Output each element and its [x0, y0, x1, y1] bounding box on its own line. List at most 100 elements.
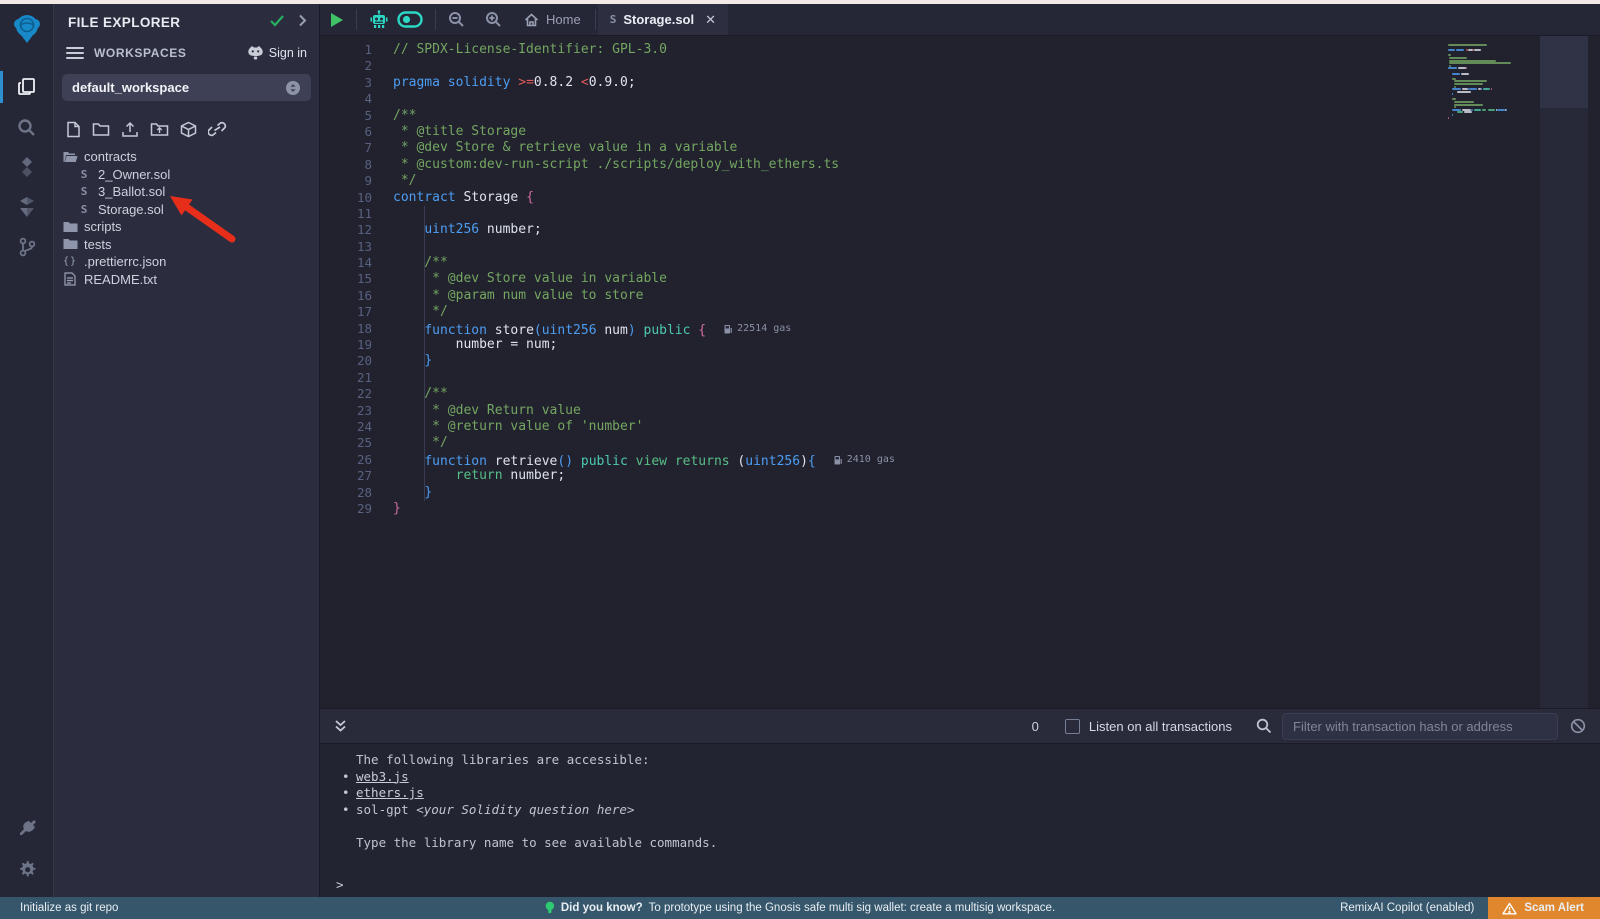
line-number: 12	[320, 222, 372, 238]
editor-edge	[1588, 36, 1600, 708]
panel-title: FILE EXPLORER	[68, 15, 270, 30]
remix-logo[interactable]	[8, 10, 46, 53]
code-line-9[interactable]: 9 */	[320, 173, 1448, 189]
upload-file-icon[interactable]	[121, 121, 139, 138]
terminal-output[interactable]: The following libraries are accessible:w…	[320, 744, 1600, 897]
tree-item-storage-sol[interactable]: SStorage.sol	[54, 201, 319, 219]
gas-estimate-badge: 22514 gas	[724, 321, 791, 337]
upload-folder-icon[interactable]	[150, 121, 169, 137]
scrollbar-slider[interactable]	[1540, 36, 1588, 108]
code-editor[interactable]: 1// SPDX-License-Identifier: GPL-3.023pr…	[320, 36, 1600, 708]
deploy-and-run-icon[interactable]	[0, 187, 54, 227]
minimap-line	[1448, 117, 1540, 119]
code-content: */	[393, 173, 416, 189]
code-line-1[interactable]: 1// SPDX-License-Identifier: GPL-3.0	[320, 42, 1448, 58]
zoom-in-icon[interactable]	[475, 4, 512, 35]
code-area[interactable]: 1// SPDX-License-Identifier: GPL-3.023pr…	[320, 36, 1448, 708]
code-line-12[interactable]: 12 uint256 number;	[320, 222, 1448, 238]
code-line-3[interactable]: 3pragma solidity >=0.8.2 <0.9.0;	[320, 75, 1448, 91]
code-line-4[interactable]: 4	[320, 91, 1448, 107]
warning-triangle-icon	[1502, 902, 1517, 915]
clear-console-icon[interactable]	[1570, 718, 1586, 734]
tree-item-2-owner-sol[interactable]: S2_Owner.sol	[54, 166, 319, 184]
line-number: 27	[320, 468, 372, 484]
activity-bar	[0, 4, 54, 897]
code-line-5[interactable]: 5/**	[320, 108, 1448, 124]
code-line-25[interactable]: 25 */	[320, 435, 1448, 451]
code-content: }	[393, 485, 432, 501]
ai-copilot-robot-icon[interactable]	[359, 4, 393, 35]
zoom-out-icon[interactable]	[438, 4, 475, 35]
solidity-file-icon: S	[610, 13, 617, 26]
transaction-filter-input[interactable]	[1282, 713, 1558, 740]
code-line-7[interactable]: 7 * @dev Store & retrieve value in a var…	[320, 140, 1448, 156]
status-bar: Initialize as git repo Did you know? To …	[0, 897, 1600, 919]
new-file-icon[interactable]	[66, 121, 81, 138]
code-line-8[interactable]: 8 * @custom:dev-run-script ./scripts/dep…	[320, 157, 1448, 173]
code-line-24[interactable]: 24 * @return value of 'number'	[320, 419, 1448, 435]
listen-transactions-checkbox[interactable]	[1065, 719, 1080, 734]
code-line-18[interactable]: 18 function store(uint256 num) public {2…	[320, 321, 1448, 337]
tab-home[interactable]: Home	[512, 4, 593, 35]
file-explorer-icon[interactable]	[0, 67, 54, 107]
library-link[interactable]: web3.js	[356, 769, 409, 784]
minimap[interactable]	[1448, 36, 1540, 708]
settings-gear-icon[interactable]	[0, 849, 54, 889]
code-line-13[interactable]: 13	[320, 239, 1448, 255]
code-line-27[interactable]: 27 return number;	[320, 468, 1448, 484]
code-line-29[interactable]: 29}	[320, 501, 1448, 517]
tree-item-3-ballot-sol[interactable]: S3_Ballot.sol	[54, 183, 319, 201]
copilot-toggle[interactable]	[393, 4, 433, 35]
line-number: 6	[320, 124, 372, 140]
copilot-status-label[interactable]: RemixAI Copilot (enabled)	[1340, 902, 1474, 914]
code-line-15[interactable]: 15 * @dev Store value in variable	[320, 271, 1448, 287]
plugin-manager-icon[interactable]	[0, 809, 54, 849]
run-script-button[interactable]	[320, 4, 354, 35]
code-line-23[interactable]: 23 * @dev Return value	[320, 403, 1448, 419]
listen-transactions-label[interactable]: Listen on all transactions	[1089, 719, 1232, 734]
code-line-28[interactable]: 28 }	[320, 485, 1448, 501]
close-tab-icon[interactable]: ✕	[705, 12, 716, 28]
line-number: 16	[320, 288, 372, 304]
code-line-26[interactable]: 26 function retrieve() public view retur…	[320, 452, 1448, 468]
code-line-20[interactable]: 20 }	[320, 353, 1448, 369]
editor-scrollbar[interactable]	[1540, 36, 1588, 708]
code-content: * @title Storage	[393, 124, 526, 140]
tree-item-label: Storage.sol	[98, 202, 164, 217]
code-line-21[interactable]: 21	[320, 370, 1448, 386]
code-line-11[interactable]: 11	[320, 206, 1448, 222]
line-number: 28	[320, 485, 372, 501]
sort-circle-icon	[285, 80, 301, 96]
code-content: /**	[393, 386, 448, 402]
init-git-repo-button[interactable]: Initialize as git repo	[0, 902, 118, 914]
sign-in-button[interactable]: Sign in	[247, 46, 307, 60]
tree-item-scripts[interactable]: scripts	[54, 218, 319, 236]
code-line-14[interactable]: 14 /**	[320, 255, 1448, 271]
chevron-right-icon[interactable]	[298, 14, 307, 30]
code-content: contract Storage {	[393, 190, 534, 206]
tree-item-readme-txt[interactable]: README.txt	[54, 271, 319, 289]
collapse-terminal-icon[interactable]	[334, 719, 347, 733]
new-folder-icon[interactable]	[92, 121, 110, 137]
search-icon[interactable]	[0, 107, 54, 147]
workspaces-menu-icon[interactable]	[66, 44, 84, 62]
workspace-select[interactable]: default_workspace	[62, 74, 311, 101]
tree-item--prettierrc-json[interactable]: {}.prettierrc.json	[54, 253, 319, 271]
code-line-16[interactable]: 16 * @param num value to store	[320, 288, 1448, 304]
code-line-10[interactable]: 10contract Storage {	[320, 190, 1448, 206]
terminal-prompt[interactable]: >	[334, 877, 1600, 894]
code-line-6[interactable]: 6 * @title Storage	[320, 124, 1448, 140]
code-line-22[interactable]: 22 /**	[320, 386, 1448, 402]
ipfs-box-icon[interactable]	[180, 121, 197, 138]
code-line-2[interactable]: 2	[320, 58, 1448, 74]
tab-storage-sol[interactable]: S Storage.sol ✕	[598, 4, 728, 35]
solidity-compiler-icon[interactable]	[0, 147, 54, 187]
tree-item-tests[interactable]: tests	[54, 236, 319, 254]
link-icon[interactable]	[208, 121, 227, 137]
library-link[interactable]: ethers.js	[356, 785, 424, 800]
code-line-19[interactable]: 19 number = num;	[320, 337, 1448, 353]
scam-alert-button[interactable]: Scam Alert	[1488, 897, 1600, 919]
tree-item-contracts[interactable]: contracts	[54, 148, 319, 166]
code-line-17[interactable]: 17 */	[320, 304, 1448, 320]
git-icon[interactable]	[0, 227, 54, 267]
